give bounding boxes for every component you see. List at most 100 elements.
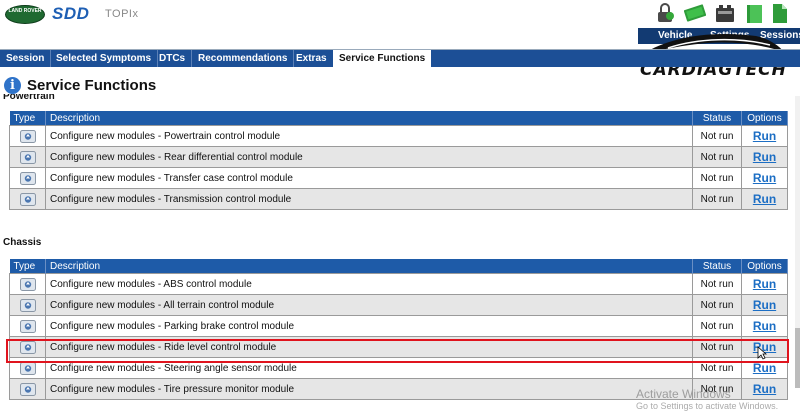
- run-link[interactable]: Run: [753, 298, 776, 312]
- money-icon[interactable]: [683, 2, 707, 24]
- tab-dtcs[interactable]: DTCs: [153, 50, 193, 67]
- battery-icon[interactable]: [714, 2, 736, 24]
- run-link[interactable]: Run: [753, 382, 776, 396]
- status-cell: Not run: [692, 167, 742, 189]
- type-cell: [9, 336, 46, 358]
- type-cell: [9, 167, 46, 189]
- main-nav: Session Selected Symptoms DTCs Recommend…: [0, 49, 800, 67]
- description-cell: Configure new modules - Powertrain contr…: [45, 125, 693, 147]
- type-cell: [9, 188, 46, 210]
- padlock-icon[interactable]: [654, 2, 676, 24]
- run-link[interactable]: Run: [753, 277, 776, 291]
- tab-service-functions[interactable]: Service Functions: [333, 50, 432, 67]
- description-cell: Configure new modules - All terrain cont…: [45, 294, 693, 316]
- chassis-table: Type Description Status Options Configur…: [9, 259, 788, 400]
- options-cell: Run: [741, 146, 788, 168]
- module-config-icon: [19, 150, 36, 164]
- type-cell: [9, 294, 46, 316]
- options-cell: Run: [741, 188, 788, 210]
- module-config-icon: [19, 319, 36, 333]
- tab-selected-symptoms[interactable]: Selected Symptoms: [50, 50, 159, 67]
- tab-recommendations[interactable]: Recommendations: [192, 50, 295, 67]
- module-config-icon: [19, 340, 36, 354]
- section-label-powertrain: Powertrain: [3, 94, 55, 100]
- book-icon[interactable]: [744, 2, 766, 24]
- column-header-type: Type: [9, 111, 46, 126]
- description-cell: Configure new modules - ABS control modu…: [45, 273, 693, 295]
- description-cell: Configure new modules - Rear differentia…: [45, 146, 693, 168]
- module-config-icon: [19, 192, 36, 206]
- table-header-row: Type Description Status Options: [9, 259, 788, 274]
- description-cell: Configure new modules - Tire pressure mo…: [45, 378, 693, 400]
- run-link[interactable]: Run: [753, 192, 776, 206]
- table-row[interactable]: Configure new modules - Parking brake co…: [9, 315, 788, 337]
- module-config-icon: [19, 277, 36, 291]
- status-cell: Not run: [692, 336, 742, 358]
- run-link[interactable]: Run: [753, 150, 776, 164]
- status-cell: Not run: [692, 294, 742, 316]
- table-row[interactable]: Configure new modules - Rear differentia…: [9, 146, 788, 168]
- mouse-cursor-icon: [757, 346, 767, 360]
- column-header-options: Options: [741, 259, 788, 274]
- status-cell: Not run: [692, 125, 742, 147]
- module-config-icon: [19, 298, 36, 312]
- powertrain-table: Type Description Status Options Configur…: [9, 111, 788, 210]
- table-row[interactable]: Configure new modules - Transfer case co…: [9, 167, 788, 189]
- description-cell: Configure new modules - Transmission con…: [45, 188, 693, 210]
- type-cell: [9, 315, 46, 337]
- module-config-icon: [19, 361, 36, 375]
- table-row-highlighted[interactable]: Configure new modules - Ride level contr…: [9, 336, 788, 358]
- status-cell: Not run: [692, 315, 742, 337]
- module-config-icon: [19, 382, 36, 396]
- options-cell: Run: [741, 125, 788, 147]
- type-cell: [9, 273, 46, 295]
- column-header-description: Description: [45, 111, 693, 126]
- type-cell: [9, 357, 46, 379]
- powertrain-rows: Configure new modules - Powertrain contr…: [9, 125, 788, 210]
- column-header-type: Type: [9, 259, 46, 274]
- module-config-icon: [19, 129, 36, 143]
- section-label-chassis: Chassis: [3, 237, 42, 248]
- run-link[interactable]: Run: [753, 319, 776, 333]
- table-row[interactable]: Configure new modules - Steering angle s…: [9, 357, 788, 379]
- document-icon[interactable]: [768, 2, 790, 24]
- page-title: Service Functions: [27, 77, 157, 94]
- status-cell: Not run: [692, 146, 742, 168]
- column-header-description: Description: [45, 259, 693, 274]
- tab-session[interactable]: Session: [0, 50, 52, 67]
- table-row[interactable]: Configure new modules - Transmission con…: [9, 188, 788, 210]
- scrollbar-thumb[interactable]: [795, 328, 800, 388]
- options-cell: Run: [741, 357, 788, 379]
- column-header-status: Status: [692, 259, 742, 274]
- run-link[interactable]: Run: [753, 129, 776, 143]
- tab-extras[interactable]: Extras: [290, 50, 334, 67]
- status-cell: Not run: [692, 273, 742, 295]
- app-subtitle: TOPIx: [105, 8, 139, 20]
- land-rover-logo: LAND ROVER: [5, 5, 45, 24]
- sdd-logo: SDD: [52, 4, 90, 23]
- options-cell: Run: [741, 273, 788, 295]
- chassis-rows: Configure new modules - ABS control modu…: [9, 273, 788, 400]
- table-row[interactable]: Configure new modules - All terrain cont…: [9, 294, 788, 316]
- options-cell: Run: [741, 378, 788, 400]
- description-cell: Configure new modules - Ride level contr…: [45, 336, 693, 358]
- type-cell: [9, 378, 46, 400]
- scrollbar[interactable]: [795, 96, 800, 366]
- run-link[interactable]: Run: [753, 361, 776, 375]
- table-row[interactable]: Configure new modules - Powertrain contr…: [9, 125, 788, 147]
- status-cell: Not run: [692, 357, 742, 379]
- run-link[interactable]: Run: [753, 171, 776, 185]
- activate-windows-subtitle: Go to Settings to activate Windows.: [636, 401, 779, 411]
- column-header-status: Status: [692, 111, 742, 126]
- table-row[interactable]: Configure new modules - ABS control modu…: [9, 273, 788, 295]
- status-cell: Not run: [692, 188, 742, 210]
- activate-windows-title: Activate Windows: [636, 387, 731, 401]
- options-cell: Run: [741, 294, 788, 316]
- table-header-row: Type Description Status Options: [9, 111, 788, 126]
- module-config-icon: [19, 171, 36, 185]
- type-cell: [9, 125, 46, 147]
- column-header-options: Options: [741, 111, 788, 126]
- options-cell: Run: [741, 167, 788, 189]
- info-icon: i: [4, 77, 21, 94]
- description-cell: Configure new modules - Transfer case co…: [45, 167, 693, 189]
